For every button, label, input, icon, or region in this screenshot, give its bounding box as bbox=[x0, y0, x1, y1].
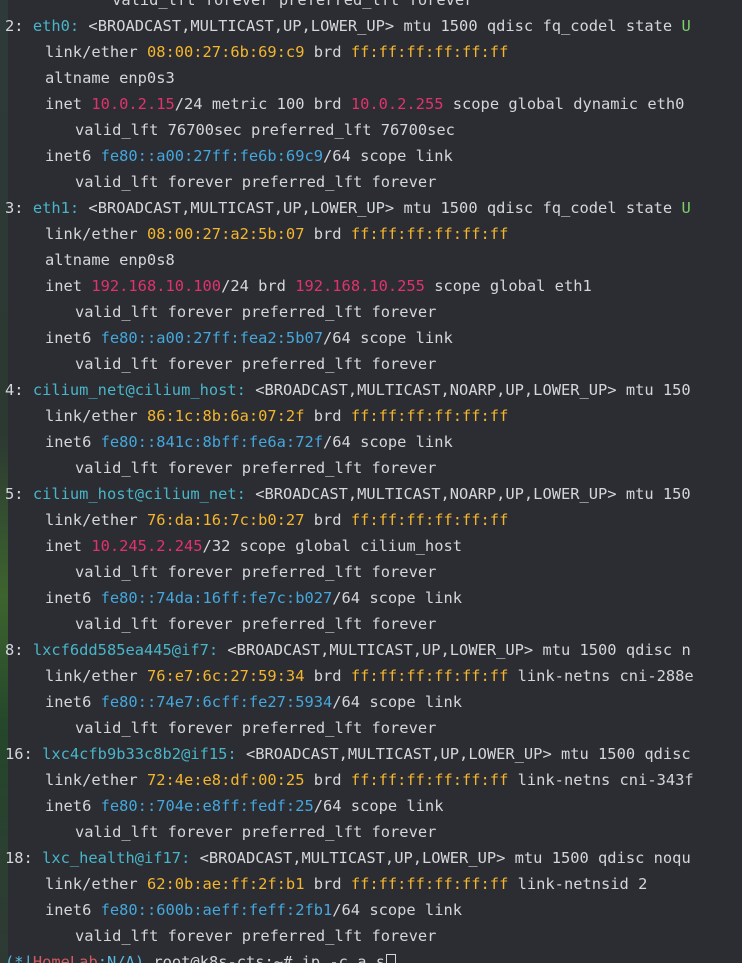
ipv6-address: fe80::a00:27ff:fea2:5b07 bbox=[100, 329, 323, 347]
ipv6-address: fe80::74da:16ff:fe7c:b027 bbox=[100, 589, 333, 607]
inet6-line: inet6 fe80::600b:aeff:feff:2fb1/64 scope… bbox=[45, 901, 462, 919]
shell-prompt[interactable]: (*|HomeLab:N/A) root@k8s-cts:~# ip -c a … bbox=[5, 949, 397, 963]
link-ether-line: link/ether 62:0b:ae:ff:2f:b1 brd ff:ff:f… bbox=[45, 875, 648, 893]
ipv6-address: fe80::704e:e8ff:fedf:25 bbox=[100, 797, 314, 815]
lifetime-line: valid_lft forever preferred_lft forever bbox=[75, 355, 437, 373]
link-ether-line: link/ether 08:00:27:6b:69:c9 brd ff:ff:f… bbox=[45, 43, 509, 61]
ipv6-address: fe80::600b:aeff:feff:2fb1 bbox=[100, 901, 333, 919]
broadcast-mac: ff:ff:ff:ff:ff:ff bbox=[350, 667, 509, 685]
terminal-line: valid_lft forever preferred_lft forever bbox=[75, 0, 474, 9]
lifetime-line: valid_lft forever preferred_lft forever bbox=[75, 823, 437, 841]
interface-header-cilium-host: 5: cilium_host@cilium_net: <BROADCAST,MU… bbox=[5, 485, 691, 503]
broadcast-mac: ff:ff:ff:ff:ff:ff bbox=[350, 43, 509, 61]
ipv4-address: 10.0.2.15 bbox=[91, 95, 175, 113]
ipv6-address: fe80::841c:8bff:fe6a:72f bbox=[100, 433, 323, 451]
interface-header-cilium-net: 4: cilium_net@cilium_host: <BROADCAST,MU… bbox=[5, 381, 691, 399]
link-ether-line: link/ether 08:00:27:a2:5b:07 brd ff:ff:f… bbox=[45, 225, 509, 243]
context-namespace: N/A bbox=[107, 953, 135, 963]
mac-address: 86:1c:8b:6a:07:2f bbox=[146, 407, 305, 425]
ipv6-address: fe80::a00:27ff:fe6b:69c9 bbox=[100, 147, 323, 165]
interface-name: cilium_host@cilium_net: bbox=[32, 485, 246, 503]
ipv6-address: fe80::74e7:6cff:fe27:5934 bbox=[100, 693, 333, 711]
lifetime-line: valid_lft forever preferred_lft forever bbox=[75, 459, 437, 477]
broadcast-mac: ff:ff:ff:ff:ff:ff bbox=[350, 407, 509, 425]
inet-line: inet 10.0.2.15/24 metric 100 brd 10.0.2.… bbox=[45, 95, 685, 113]
interface-name: lxc_health@if17: bbox=[42, 849, 191, 867]
mac-address: 76:da:16:7c:b0:27 bbox=[146, 511, 305, 529]
interface-name: lxc4cfb9b33c8b2@if15: bbox=[42, 745, 237, 763]
mac-address: 08:00:27:6b:69:c9 bbox=[146, 43, 305, 61]
lifetime-line: valid_lft forever preferred_lft forever bbox=[75, 927, 437, 945]
link-ether-line: link/ether 86:1c:8b:6a:07:2f brd ff:ff:f… bbox=[45, 407, 509, 425]
interface-header-lxcf6dd585ea445: 8: lxcf6dd585ea445@if7: <BROADCAST,MULTI… bbox=[5, 641, 691, 659]
broadcast-mac: ff:ff:ff:ff:ff:ff bbox=[350, 771, 509, 789]
ipv4-broadcast: 10.0.2.255 bbox=[350, 95, 444, 113]
context-host: HomeLab bbox=[32, 953, 98, 963]
interface-name: cilium_net@cilium_host: bbox=[32, 381, 246, 399]
ipv4-address: 192.168.10.100 bbox=[91, 277, 222, 295]
altname-line: altname enp0s3 bbox=[45, 69, 175, 87]
link-ether-line: link/ether 72:4e:e8:df:00:25 brd ff:ff:f… bbox=[45, 771, 694, 789]
link-ether-line: link/ether 76:da:16:7c:b0:27 brd ff:ff:f… bbox=[45, 511, 509, 529]
terminal-output[interactable]: valid_lft forever preferred_lft forever … bbox=[0, 0, 742, 963]
inet6-line: inet6 fe80::74da:16ff:fe7c:b027/64 scope… bbox=[45, 589, 462, 607]
inet6-line: inet6 fe80::841c:8bff:fe6a:72f/64 scope … bbox=[45, 433, 453, 451]
interface-name: eth0: bbox=[32, 17, 80, 35]
link-ether-line: link/ether 76:e7:6c:27:59:34 brd ff:ff:f… bbox=[45, 667, 694, 685]
mac-address: 08:00:27:a2:5b:07 bbox=[146, 225, 305, 243]
ipv4-address: 10.245.2.245 bbox=[91, 537, 203, 555]
broadcast-mac: ff:ff:ff:ff:ff:ff bbox=[350, 511, 509, 529]
broadcast-mac: ff:ff:ff:ff:ff:ff bbox=[350, 225, 509, 243]
interface-header-eth0: 2: eth0: <BROADCAST,MULTICAST,UP,LOWER_U… bbox=[5, 17, 691, 35]
inet6-line: inet6 fe80::a00:27ff:fea2:5b07/64 scope … bbox=[45, 329, 453, 347]
interface-header-lxc4cfb9b33c8b2: 16: lxc4cfb9b33c8b2@if15: <BROADCAST,MUL… bbox=[5, 745, 691, 763]
broadcast-mac: ff:ff:ff:ff:ff:ff bbox=[350, 875, 509, 893]
lifetime-line: valid_lft forever preferred_lft forever bbox=[75, 615, 437, 633]
interface-name: eth1: bbox=[32, 199, 80, 217]
interface-header-eth1: 3: eth1: <BROADCAST,MULTICAST,UP,LOWER_U… bbox=[5, 199, 691, 217]
inet6-line: inet6 fe80::a00:27ff:fe6b:69c9/64 scope … bbox=[45, 147, 453, 165]
lifetime-line: valid_lft forever preferred_lft forever bbox=[75, 173, 437, 191]
inet-line: inet 192.168.10.100/24 brd 192.168.10.25… bbox=[45, 277, 592, 295]
mac-address: 62:0b:ae:ff:2f:b1 bbox=[146, 875, 305, 893]
inet6-line: inet6 fe80::74e7:6cff:fe27:5934/64 scope… bbox=[45, 693, 462, 711]
ipv4-broadcast: 192.168.10.255 bbox=[295, 277, 425, 295]
mac-address: 72:4e:e8:df:00:25 bbox=[146, 771, 305, 789]
text-cursor bbox=[386, 953, 397, 963]
lifetime-line: valid_lft forever preferred_lft forever bbox=[75, 719, 437, 737]
lifetime-line: valid_lft 76700sec preferred_lft 76700se… bbox=[75, 121, 455, 139]
inet-line: inet 10.245.2.245/32 scope global cilium… bbox=[45, 537, 462, 555]
lifetime-line: valid_lft forever preferred_lft forever bbox=[75, 563, 437, 581]
interface-header-lxc-health: 18: lxc_health@if17: <BROADCAST,MULTICAS… bbox=[5, 849, 691, 867]
command-text: root@k8s-cts:~# ip -c a s bbox=[144, 953, 386, 963]
mac-address: 76:e7:6c:27:59:34 bbox=[146, 667, 305, 685]
interface-name: lxcf6dd585ea445@if7: bbox=[32, 641, 219, 659]
altname-line: altname enp0s8 bbox=[45, 251, 175, 269]
inet6-line: inet6 fe80::704e:e8ff:fedf:25/64 scope l… bbox=[45, 797, 444, 815]
lifetime-line: valid_lft forever preferred_lft forever bbox=[75, 303, 437, 321]
